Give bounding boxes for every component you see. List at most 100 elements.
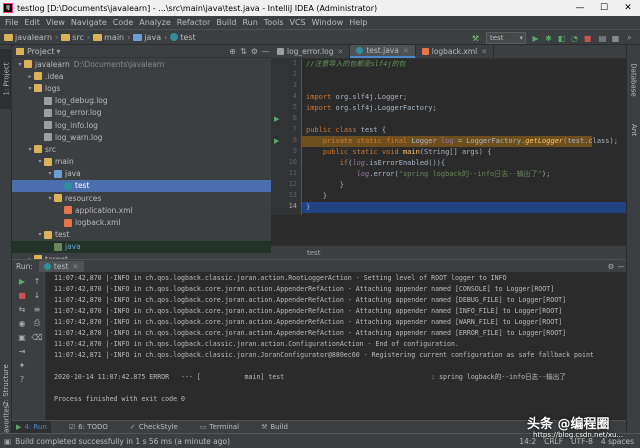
soft-wrap-icon[interactable]: ≡	[32, 304, 42, 314]
log-file-icon	[44, 108, 52, 117]
run-console[interactable]: 11:07:42,870 |-INFO in ch.qos.logback.cl…	[46, 272, 626, 420]
tree-item[interactable]: log_warn.log	[12, 131, 271, 143]
editor-tab[interactable]: logback.xml ✕	[416, 45, 495, 58]
run-class-icon[interactable]: ▶	[274, 115, 279, 123]
chevron-down-icon[interactable]: ▾	[46, 195, 54, 202]
collapse-icon[interactable]: ⇅	[238, 47, 249, 56]
database-tool-tab[interactable]: Database	[628, 55, 640, 105]
structure-icon[interactable]: ▦	[610, 32, 621, 44]
ant-tool-tab[interactable]: Ant	[628, 115, 640, 145]
profile-icon[interactable]: ◔	[569, 32, 580, 44]
stop-icon[interactable]: ■	[17, 290, 27, 300]
bottom-tab[interactable]: ✓ CheckStyle	[126, 421, 182, 434]
editor-footer-label[interactable]: test	[307, 249, 320, 257]
scroll-up-icon[interactable]: ↑	[32, 276, 42, 286]
minimize-button[interactable]: —	[568, 0, 592, 16]
editor-tab[interactable]: test.java ✕	[350, 45, 416, 58]
menu-view[interactable]: View	[46, 18, 65, 27]
coverage-icon[interactable]: ◧	[556, 32, 567, 44]
menu-build[interactable]: Build	[216, 18, 236, 27]
print-icon[interactable]: ⎙	[32, 318, 42, 328]
tree-item[interactable]: ▾ logs	[12, 82, 271, 94]
bottom-tab[interactable]: ☑ 6: TODO	[65, 421, 112, 434]
sdk-icon[interactable]: ▤	[597, 32, 608, 44]
menu-tools[interactable]: Tools	[264, 18, 284, 27]
breadcrumb-test[interactable]: test	[170, 33, 196, 42]
tree-item[interactable]: test	[12, 179, 271, 193]
help-icon[interactable]: ?	[17, 374, 27, 384]
run-tab-test[interactable]: test ✕	[38, 260, 84, 272]
editor-empty-area[interactable]	[271, 215, 626, 245]
project-tool-tab[interactable]: 1: Project	[0, 49, 12, 109]
tree-item[interactable]: ▾ java	[12, 168, 271, 180]
chevron-down-icon[interactable]: ▾	[36, 231, 44, 238]
tree-item[interactable]: log_error.log	[12, 107, 271, 119]
close-icon[interactable]: ✕	[403, 47, 409, 55]
scroll-down-icon[interactable]: ↓	[32, 290, 42, 300]
pin-icon[interactable]: ⇆	[17, 304, 27, 314]
tree-item[interactable]: logback.xml	[12, 216, 271, 228]
hide-icon[interactable]: —	[260, 47, 271, 56]
layout-icon[interactable]: ▣	[17, 332, 27, 342]
gear-icon[interactable]: ⚙	[606, 262, 616, 271]
tree-item[interactable]: ▾ test	[12, 229, 271, 241]
chevron-down-icon[interactable]: ▾	[26, 146, 34, 153]
bottom-tab[interactable]: ▭ Terminal	[196, 421, 243, 434]
tree-item[interactable]: ▾ javalearn D:\Documents\javalearn	[12, 58, 271, 70]
menu-window[interactable]: Window	[312, 18, 344, 27]
menu-navigate[interactable]: Navigate	[71, 18, 107, 27]
breadcrumb-java[interactable]: java ›	[133, 33, 167, 42]
chevron-down-icon[interactable]: ▾	[46, 170, 54, 177]
code-editor[interactable]: //注意导入的包都是slf4j的包 import org.slf4j.Logge…	[302, 59, 626, 215]
status-icon[interactable]: ▣	[4, 437, 11, 446]
run-main-icon[interactable]: ▶	[274, 137, 279, 145]
play-icon[interactable]: ▶	[530, 32, 541, 44]
hide-icon[interactable]: —	[616, 262, 626, 271]
close-icon[interactable]: ✕	[337, 48, 343, 56]
project-panel-title[interactable]: Project	[27, 47, 54, 56]
menu-edit[interactable]: Edit	[24, 18, 40, 27]
trash-icon[interactable]: ⌫	[31, 332, 42, 342]
camera-icon[interactable]: ◉	[17, 318, 27, 328]
editor-tab[interactable]: log_error.log ✕	[271, 45, 351, 58]
bottom-tab[interactable]: ▶ 4: Run	[12, 420, 51, 434]
tree-item[interactable]: java	[12, 240, 271, 253]
breadcrumb-main[interactable]: main ›	[93, 33, 130, 42]
chevron-down-icon[interactable]: ▾	[16, 61, 24, 68]
gear-icon[interactable]: ⚙	[249, 47, 260, 56]
menu-run[interactable]: Run	[242, 18, 257, 27]
hammer-icon[interactable]: ⚒	[470, 32, 481, 44]
tree-item[interactable]: ▾ resources	[12, 192, 271, 204]
debug-icon[interactable]: ✱	[543, 32, 554, 44]
globe-icon[interactable]: ⊕	[227, 47, 238, 56]
maximize-button[interactable]: ☐	[592, 0, 616, 16]
tree-item[interactable]: ▾ main	[12, 156, 271, 168]
stop-icon[interactable]: ■	[582, 32, 593, 44]
tree-item[interactable]: application.xml	[12, 204, 271, 216]
search-icon[interactable]: ⌕	[624, 32, 635, 44]
status-message[interactable]: Build completed successfully in 1 s 56 m…	[15, 437, 230, 446]
bottom-tab[interactable]: ⚒ Build	[257, 421, 292, 434]
chevron-right-icon[interactable]: ▸	[26, 73, 34, 80]
chevron-down-icon[interactable]: ▾	[26, 85, 34, 92]
menu-refactor[interactable]: Refactor	[177, 18, 211, 27]
tree-item[interactable]: ▸ .idea	[12, 70, 271, 82]
menu-file[interactable]: File	[5, 18, 18, 27]
breadcrumb-project[interactable]: javalearn ›	[4, 33, 58, 42]
breadcrumb-src[interactable]: src ›	[61, 33, 90, 42]
tree-item[interactable]: log_info.log	[12, 119, 271, 131]
close-button[interactable]: ✕	[616, 0, 640, 16]
tree-item[interactable]: log_debug.log	[12, 95, 271, 107]
exit-icon[interactable]: ⇥	[17, 346, 27, 356]
close-icon[interactable]: ✕	[481, 48, 487, 56]
menu-code[interactable]: Code	[113, 18, 133, 27]
run-config-selector[interactable]: test ▾	[486, 32, 526, 44]
chevron-down-icon[interactable]: ▾	[36, 158, 44, 165]
tree-item[interactable]: ▾ src	[12, 143, 271, 155]
rerun-icon[interactable]: ▶	[17, 276, 27, 286]
menu-vcs[interactable]: VCS	[290, 18, 306, 27]
menu-help[interactable]: Help	[349, 18, 367, 27]
menu-analyze[interactable]: Analyze	[139, 18, 171, 27]
pin-tab-icon[interactable]: ✦	[17, 360, 27, 370]
console-line: 11:07:42,870 |-INFO in ch.qos.logback.co…	[54, 307, 563, 315]
